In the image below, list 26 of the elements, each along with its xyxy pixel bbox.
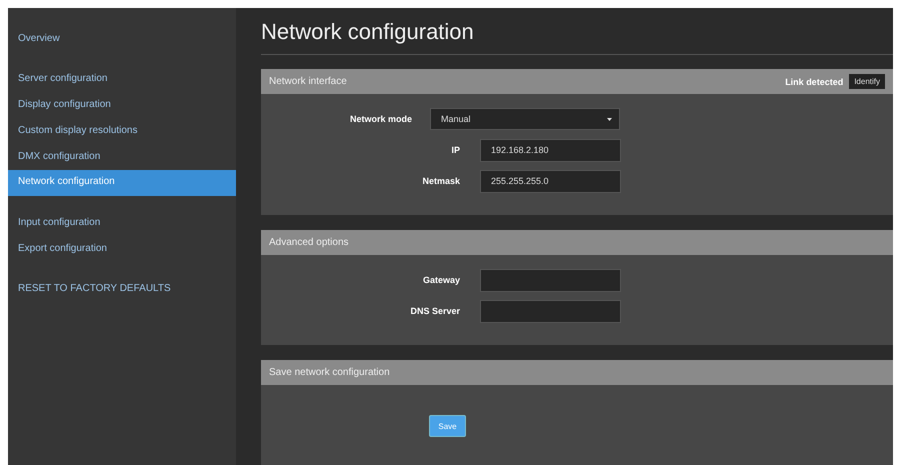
page-title: Network configuration <box>261 8 893 55</box>
input-field[interactable] <box>480 300 621 322</box>
panel-title: Save network configuration <box>269 367 391 378</box>
field-label: Gateway <box>422 275 460 285</box>
input-field[interactable]: 192.168.2.180 <box>480 138 621 162</box>
mode-dropdown[interactable]: Manual <box>430 108 620 130</box>
panel-title: Advanced options <box>269 237 350 248</box>
field-label: IP <box>450 145 460 155</box>
identify-button[interactable]: Identify <box>849 74 885 89</box>
sidebar-item[interactable]: Network configuration <box>8 170 236 196</box>
sidebar-item[interactable]: Export configuration <box>8 236 236 262</box>
input-field[interactable] <box>480 268 621 292</box>
link-status: Link detected <box>785 76 844 86</box>
caret-icon <box>607 118 612 120</box>
sidebar-item[interactable]: Input configuration <box>8 210 236 236</box>
sidebar-item[interactable]: Server configuration <box>8 66 236 92</box>
field-label: DNS Server <box>409 306 460 316</box>
field-label: Netmask <box>421 176 460 186</box>
field-label: Network mode <box>348 114 412 124</box>
panel-title: Network interface <box>269 76 348 87</box>
sidebar-item[interactable]: Custom display resolutions <box>8 118 236 144</box>
sidebar-item[interactable]: RESET TO FACTORY DEFAULTS <box>8 276 236 302</box>
sidebar-item[interactable]: DMX configuration <box>8 144 236 170</box>
sidebar-item[interactable]: Display configuration <box>8 92 236 118</box>
sidebar-item[interactable]: Overview <box>8 26 236 52</box>
input-field[interactable]: 255.255.255.0 <box>480 170 621 192</box>
